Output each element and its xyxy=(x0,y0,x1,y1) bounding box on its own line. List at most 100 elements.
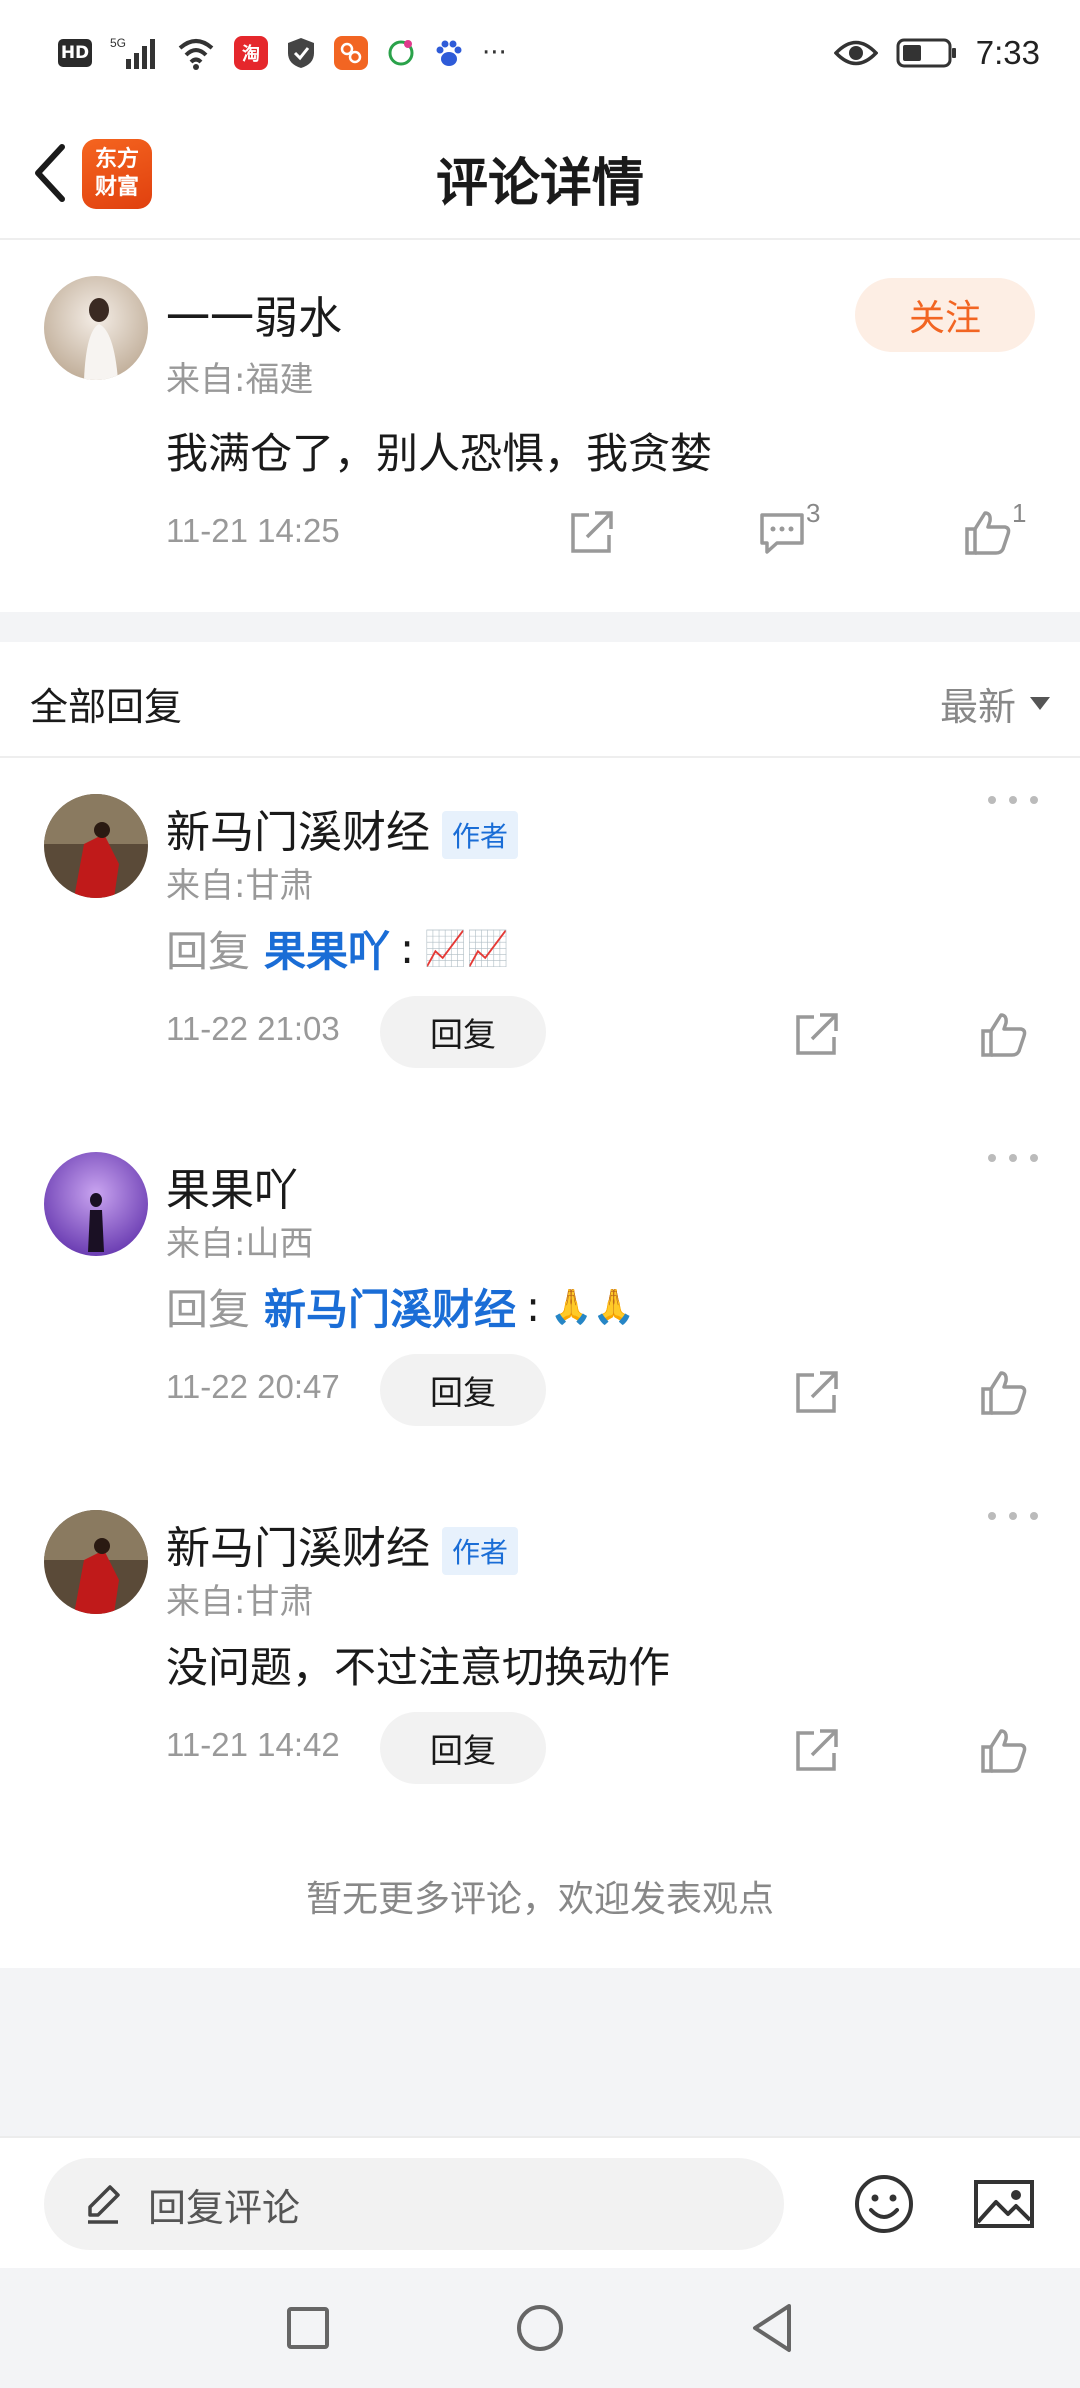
emoji-text: 🙏🙏 xyxy=(550,1286,635,1327)
share-button[interactable] xyxy=(562,502,622,562)
replies-header: 全部回复 最新 xyxy=(0,642,1080,758)
commenter-origin: 来自:甘肃 xyxy=(166,1582,314,1622)
reply-content: 回复 果果吖 : 📈📈 xyxy=(166,918,509,979)
reply-comment-input[interactable]: 回复评论 xyxy=(44,2158,784,2250)
home-button[interactable] xyxy=(510,2298,570,2358)
more-notifications-icon: ··· xyxy=(482,37,507,68)
wifi-icon xyxy=(178,38,214,70)
reply-input-bar: 回复评论 xyxy=(0,2136,1080,2268)
share-icon xyxy=(571,511,613,553)
reply-prefix: 回复 xyxy=(166,927,251,976)
main-comment: 一一弱水 来自:福建 关注 我满仓了，别人恐惧，我贪婪 11-21 14:25 … xyxy=(0,240,1080,612)
commenter-origin: 来自:福建 xyxy=(166,360,314,400)
author-badge: 作者 xyxy=(442,811,519,859)
reply-button[interactable]: 回复 xyxy=(380,996,546,1068)
circle-icon xyxy=(517,2305,563,2351)
commenter-name[interactable]: 新马门溪财经 作者 xyxy=(166,1512,519,1576)
shield-icon xyxy=(288,37,314,68)
reply-target-link[interactable]: 新马门溪财经 xyxy=(264,1276,516,1337)
recent-apps-button[interactable] xyxy=(278,2298,338,2358)
square-icon xyxy=(287,2307,329,2349)
emoji-button[interactable] xyxy=(852,2172,916,2236)
thumbs-up-icon xyxy=(981,1729,1027,1773)
app-notification-icon xyxy=(334,35,368,70)
reply-target-link[interactable]: 果果吖 xyxy=(264,918,390,979)
share-button[interactable] xyxy=(787,1720,847,1780)
navigation-header: 东方 财富 评论详情 xyxy=(0,105,1080,240)
image-icon xyxy=(974,2180,1034,2228)
replies-title: 全部回复 xyxy=(30,685,183,729)
reply-text: 没问题，不过注意切换动作 xyxy=(166,1643,671,1692)
reply-button[interactable]: 回复 xyxy=(380,1712,546,1784)
thumbs-up-icon xyxy=(981,1013,1027,1057)
commenter-name-text: 新马门溪财经 xyxy=(166,1523,430,1574)
image-button[interactable] xyxy=(972,2172,1036,2236)
caret-down-icon xyxy=(1030,697,1050,710)
like-button[interactable] xyxy=(974,1720,1034,1780)
share-icon xyxy=(796,1371,838,1413)
like-button[interactable] xyxy=(974,1004,1034,1064)
taobao-app-icon: 淘 xyxy=(234,35,268,70)
comment-timestamp: 11-21 14:25 xyxy=(166,512,340,549)
clock-time: 7:33 xyxy=(975,33,1040,71)
reply-count: 3 xyxy=(806,498,821,528)
comment-text: 我满仓了，别人恐惧，我贪婪 xyxy=(166,429,713,478)
commenter-name[interactable]: 新马门溪财经 作者 xyxy=(166,796,519,860)
share-icon xyxy=(796,1729,838,1771)
follow-button[interactable]: 关注 xyxy=(855,278,1035,352)
share-button[interactable] xyxy=(787,1362,847,1422)
comment-count-button[interactable] xyxy=(752,502,812,562)
reply-timestamp: 11-21 14:42 xyxy=(166,1726,340,1763)
baidu-paw-icon xyxy=(436,40,462,66)
list-item: 新马门溪财经 作者 来自:甘肃 回复 果果吖 : 📈📈 11-22 21:03 回… xyxy=(0,758,1080,1116)
like-button[interactable] xyxy=(958,502,1018,562)
sort-label: 最新 xyxy=(939,685,1016,729)
battery-icon xyxy=(896,38,956,67)
status-bar: HD 5G 淘 ··· 7:33 xyxy=(0,0,1080,105)
avatar[interactable] xyxy=(44,1152,148,1256)
reply-colon: : xyxy=(526,1282,541,1331)
more-options-button[interactable] xyxy=(988,1504,1038,1528)
section-divider xyxy=(0,612,1080,642)
commenter-name-text: 新马门溪财经 xyxy=(166,807,430,858)
cellular-signal-icon: 5G xyxy=(110,36,155,69)
back-nav-button[interactable] xyxy=(742,2298,802,2358)
reply-input-placeholder: 回复评论 xyxy=(148,2185,301,2230)
mobile-carrier-icon xyxy=(388,39,414,65)
like-button[interactable] xyxy=(974,1362,1034,1422)
list-item: 新马门溪财经 作者 来自:甘肃 没问题，不过注意切换动作 11-21 14:42 … xyxy=(0,1474,1080,1832)
sort-dropdown[interactable]: 最新 xyxy=(940,676,1050,731)
end-of-list-note: 暂无更多评论，欢迎发表观点 xyxy=(305,1879,774,1920)
reply-timestamp: 11-22 21:03 xyxy=(166,1010,340,1047)
more-options-button[interactable] xyxy=(988,1146,1038,1170)
comment-icon xyxy=(760,513,804,554)
network-type-label: 5G xyxy=(110,36,126,50)
more-options-button[interactable] xyxy=(988,788,1038,812)
avatar[interactable] xyxy=(44,1510,148,1614)
page-title: 评论详情 xyxy=(435,154,644,214)
share-icon xyxy=(796,1013,838,1055)
reply-button[interactable]: 回复 xyxy=(380,1354,546,1426)
reply-colon: : xyxy=(400,924,415,973)
hd-indicator: HD xyxy=(58,38,92,67)
smiley-icon xyxy=(855,2175,913,2233)
thumbs-up-icon xyxy=(981,1371,1027,1415)
share-button[interactable] xyxy=(787,1004,847,1064)
avatar[interactable] xyxy=(44,794,148,898)
avatar[interactable] xyxy=(44,276,148,380)
commenter-origin: 来自:山西 xyxy=(166,1224,314,1264)
system-navigation-bar xyxy=(0,2268,1080,2388)
commenter-name[interactable]: 一一弱水 xyxy=(166,282,342,346)
reply-content: 回复 新马门溪财经 : 🙏🙏 xyxy=(166,1276,635,1337)
emoji-text: 📈📈 xyxy=(424,928,509,969)
commenter-origin: 来自:甘肃 xyxy=(166,866,314,906)
list-item: 果果吖 来自:山西 回复 新马门溪财经 : 🙏🙏 11-22 20:47 回复 xyxy=(0,1116,1080,1474)
eye-comfort-icon xyxy=(833,40,878,65)
commenter-name[interactable]: 果果吖 xyxy=(166,1154,298,1218)
empty-background xyxy=(0,1968,1080,2136)
reply-timestamp: 11-22 20:47 xyxy=(166,1368,340,1405)
reply-prefix: 回复 xyxy=(166,1285,251,1334)
author-badge: 作者 xyxy=(442,1527,519,1575)
thumbs-up-icon xyxy=(965,511,1011,555)
like-count: 1 xyxy=(1012,498,1027,528)
